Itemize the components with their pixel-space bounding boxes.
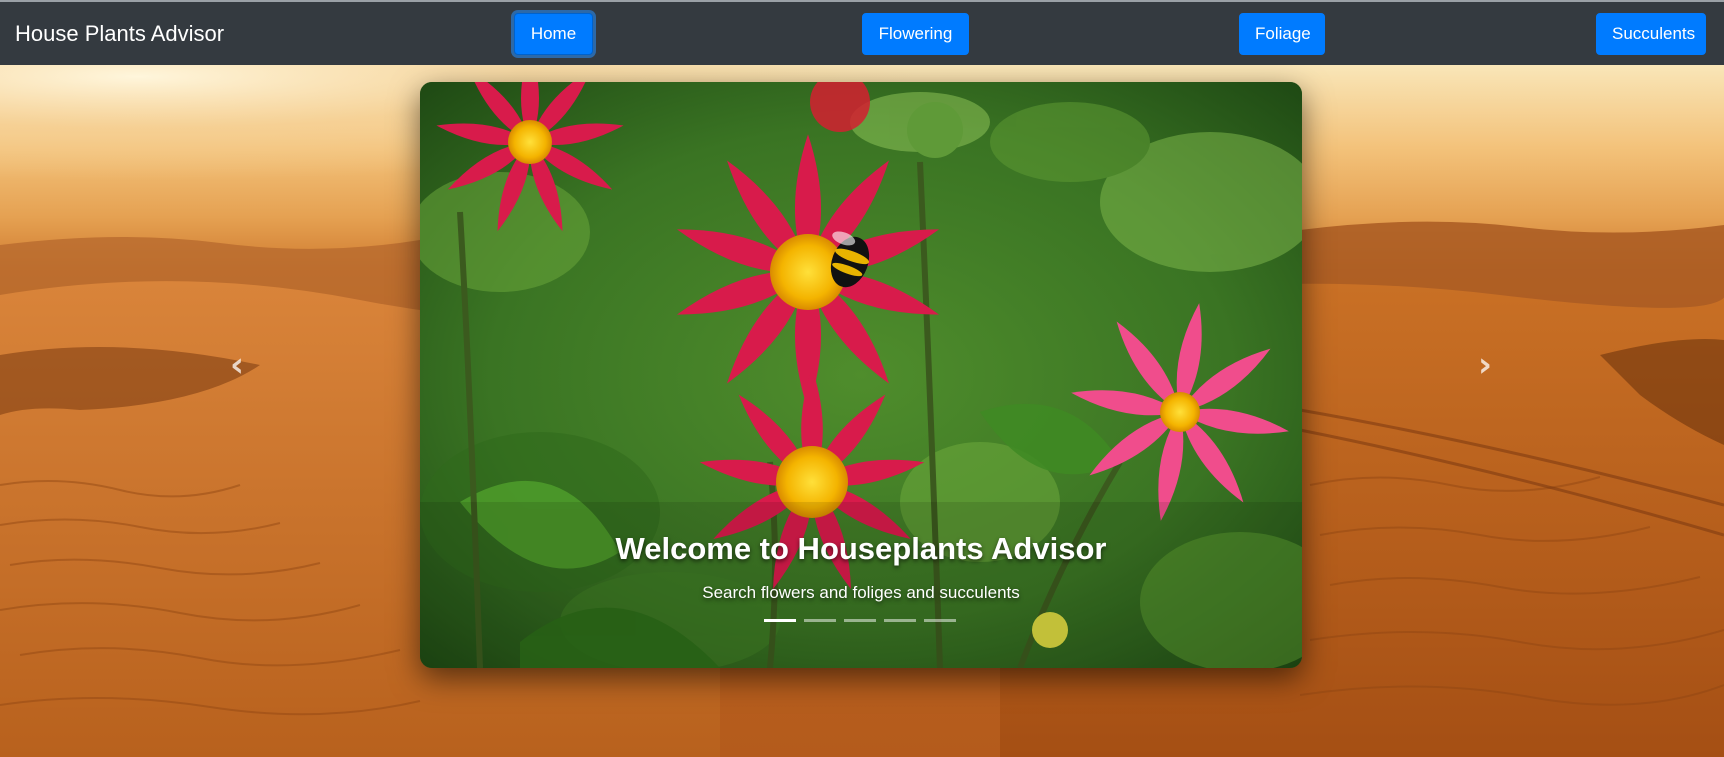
- brand-title[interactable]: House Plants Advisor: [15, 21, 224, 47]
- carousel-prev-button[interactable]: ‹: [222, 345, 252, 385]
- carousel-indicator-3[interactable]: [844, 619, 876, 622]
- carousel-caption-subtitle: Search flowers and foliges and succulent…: [702, 583, 1020, 602]
- chevron-right-icon: ›: [1477, 345, 1492, 385]
- nav-succulents-button[interactable]: Succulents: [1596, 13, 1706, 55]
- navbar: House Plants Advisor Home Flowering Foli…: [0, 0, 1724, 65]
- carousel-next-button[interactable]: ›: [1470, 345, 1500, 385]
- carousel-indicator-5[interactable]: [924, 619, 956, 622]
- nav-foliage-button[interactable]: Foliage: [1239, 13, 1325, 55]
- carousel-indicators: [764, 616, 964, 626]
- carousel-indicator-2[interactable]: [804, 619, 836, 622]
- nav-flowering-button[interactable]: Flowering: [862, 13, 969, 55]
- carousel-indicator-4[interactable]: [884, 619, 916, 622]
- carousel-caption-title: Welcome to Houseplants Advisor: [615, 531, 1107, 566]
- nav-home-button[interactable]: Home: [514, 13, 593, 55]
- page: Welcome to Houseplants Advisor Search fl…: [0, 0, 1724, 757]
- flower-slide-image: [420, 82, 1302, 668]
- carousel-indicator-1[interactable]: [764, 619, 796, 622]
- chevron-left-icon: ‹: [229, 345, 244, 385]
- hero-carousel: Welcome to Houseplants Advisor Search fl…: [420, 82, 1302, 668]
